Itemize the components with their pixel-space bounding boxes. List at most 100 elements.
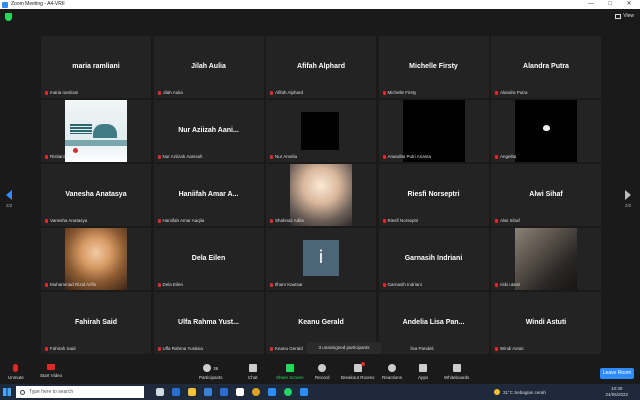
shared-poster-image bbox=[65, 100, 127, 162]
participant-display-name: maria ramliani bbox=[72, 63, 120, 70]
participant-label: Fahirah Said bbox=[45, 346, 76, 351]
taskbar-clock[interactable]: 10:30 24/05/2022 bbox=[605, 386, 628, 398]
next-page-button[interactable]: 2/2 bbox=[625, 190, 633, 208]
reactions-button[interactable]: Reactions bbox=[382, 364, 402, 380]
maximize-button[interactable]: □ bbox=[603, 0, 617, 9]
participant-tile[interactable]: Nur Aziizah Aani... Nur Aziizah Aanisah bbox=[153, 100, 264, 162]
taskbar-search-input[interactable]: Type here to search bbox=[16, 386, 144, 398]
reactions-icon bbox=[388, 364, 396, 372]
windows-start-icon[interactable] bbox=[3, 388, 11, 396]
participant-tile[interactable]: Alandra Putra Alandra Putra bbox=[491, 36, 601, 98]
participant-label: Afifah Alphard bbox=[270, 90, 303, 95]
whiteboard-icon bbox=[452, 364, 461, 372]
record-button[interactable]: Record bbox=[315, 364, 330, 380]
mail-icon[interactable] bbox=[220, 388, 228, 396]
reactions-label: Reactions bbox=[382, 375, 403, 380]
participant-name: Afifah Alphard bbox=[275, 90, 304, 95]
unassigned-participants-popup[interactable]: 3 unassigned participants bbox=[307, 342, 381, 354]
breakout-rooms-button[interactable]: Breakout Rooms bbox=[341, 362, 375, 380]
muted-mic-icon bbox=[45, 346, 48, 351]
start-video-button[interactable]: Start Video bbox=[40, 364, 62, 378]
zoom-window: Zoom Meeting - A4-VRII — □ ✕ View 2/2 2/… bbox=[0, 0, 640, 400]
muted-mic-icon bbox=[45, 282, 48, 287]
participant-tile[interactable]: Muhammad Rizal Arifin bbox=[41, 228, 151, 290]
muted-mic-icon bbox=[382, 154, 386, 159]
participant-display-name: Alwi Sihaf bbox=[529, 191, 563, 198]
shield-icon[interactable] bbox=[5, 13, 12, 21]
participant-tile[interactable]: Windi Astuti Windi Astuti bbox=[491, 292, 601, 354]
participant-tile[interactable]: Angelita bbox=[491, 100, 601, 162]
weather-widget[interactable]: 31°C Sebagian cerah bbox=[494, 384, 546, 400]
participant-tile[interactable]: riski utami bbox=[491, 228, 601, 290]
chrome-icon[interactable] bbox=[252, 388, 260, 396]
share-screen-icon bbox=[285, 364, 294, 372]
apps-button[interactable]: Apps bbox=[418, 364, 428, 380]
participant-tile[interactable]: Vanesha Anatasya Vanesha Anatasya bbox=[41, 164, 151, 226]
participant-name: Windi Astuti bbox=[500, 346, 524, 351]
participant-display-name: Garnasih Indriani bbox=[404, 255, 463, 262]
sun-icon bbox=[494, 389, 500, 395]
zoom-meeting-taskbar-icon[interactable] bbox=[300, 388, 308, 396]
participant-tile[interactable]: Dela Eilen Dela Eilen bbox=[153, 228, 264, 290]
participant-name: lisa Pandeli bbox=[410, 346, 434, 351]
participants-button[interactable]: 36 Participants bbox=[199, 364, 223, 380]
muted-mic-icon bbox=[495, 154, 498, 159]
word-icon[interactable] bbox=[236, 388, 244, 396]
participant-tile[interactable]: Anandita Putri Ananta bbox=[378, 100, 489, 162]
participant-tile[interactable]: Michelle Firsty Michelle Firsty bbox=[378, 36, 489, 98]
chat-button[interactable]: Chat bbox=[248, 364, 258, 380]
whatsapp-icon[interactable] bbox=[284, 388, 292, 396]
share-screen-button[interactable]: Share Screen bbox=[276, 364, 304, 380]
participant-tile[interactable]: Ulfa Rahma Yust... Ulfa Rahma Yustisia bbox=[153, 292, 264, 354]
muted-mic-icon bbox=[495, 218, 498, 223]
participant-tile[interactable]: Afifah Alphard Afifah Alphard bbox=[266, 36, 376, 98]
participant-label: Haniifah Amar Aaqila bbox=[157, 218, 204, 223]
muted-mic-icon bbox=[45, 218, 48, 223]
record-label: Record bbox=[315, 375, 330, 380]
participant-tile[interactable]: Shahnaz Adila bbox=[266, 164, 376, 226]
muted-mic-icon bbox=[382, 90, 386, 95]
participant-tile[interactable]: Fahirah Said Fahirah Said bbox=[41, 292, 151, 354]
participant-tile[interactable]: Haniifah Amar A... Haniifah Amar Aaqila bbox=[153, 164, 264, 226]
file-explorer-icon[interactable] bbox=[188, 388, 196, 396]
participant-tile[interactable]: i Ilham Kautsar bbox=[266, 228, 376, 290]
zoom-app-icon bbox=[2, 1, 8, 8]
participant-tile[interactable]: Ristiani bbox=[41, 100, 151, 162]
participant-name: Ulfa Rahma Yustisia bbox=[162, 346, 203, 351]
avatar-initial: i bbox=[303, 240, 339, 276]
minimize-button[interactable]: — bbox=[584, 0, 598, 9]
leave-room-button[interactable]: Leave Room bbox=[600, 368, 634, 379]
participant-label: Muhammad Rizal Arifin bbox=[45, 282, 96, 287]
participant-label: Michelle Firsty bbox=[382, 90, 416, 95]
zoom-taskbar-icon[interactable] bbox=[268, 388, 276, 396]
participant-tile[interactable]: Andelia Lisa Pan... lisa Pandeli bbox=[378, 292, 489, 354]
profile-photo bbox=[290, 164, 352, 226]
participant-label: lisa Pandeli bbox=[411, 346, 434, 351]
participant-tile[interactable]: Nur Amelia bbox=[266, 100, 376, 162]
weather-text: 31°C Sebagian cerah bbox=[503, 389, 546, 395]
participant-tile[interactable]: Alwi Sihaf Alwi Sihaf bbox=[491, 164, 601, 226]
grid-icon bbox=[615, 13, 622, 19]
participant-tile[interactable]: maria ramliani maria ramliani bbox=[41, 36, 151, 98]
task-view-icon[interactable] bbox=[156, 388, 164, 396]
chat-icon bbox=[248, 364, 257, 372]
windows-taskbar: Type here to search 31°C Sebagian cerah … bbox=[0, 384, 640, 400]
muted-mic-icon bbox=[157, 218, 161, 223]
breakout-rooms-icon bbox=[353, 362, 365, 372]
view-label: View bbox=[623, 13, 634, 19]
participant-label: Alandra Putra bbox=[495, 90, 528, 95]
participant-tile[interactable]: Garnasih Indriani Garnasih Indriani bbox=[378, 228, 489, 290]
previous-page-button[interactable]: 2/2 bbox=[6, 190, 14, 208]
muted-mic-icon bbox=[270, 282, 273, 287]
muted-mic-icon bbox=[495, 282, 498, 287]
participant-tile[interactable]: Jilah Aulia Jilah Aulia bbox=[153, 36, 264, 98]
store-icon[interactable] bbox=[204, 388, 212, 396]
view-button[interactable]: View bbox=[615, 13, 634, 19]
participant-label: Anandita Putri Ananta bbox=[382, 154, 431, 159]
close-button[interactable]: ✕ bbox=[622, 0, 636, 9]
participant-tile[interactable]: Riesfi Norseptri Riesfi Norseptri bbox=[378, 164, 489, 226]
edge-icon[interactable] bbox=[172, 388, 180, 396]
whiteboards-button[interactable]: Whiteboards bbox=[444, 364, 469, 380]
participant-display-name: Michelle Firsty bbox=[409, 63, 458, 70]
unmute-button[interactable]: Unmute bbox=[8, 364, 24, 380]
